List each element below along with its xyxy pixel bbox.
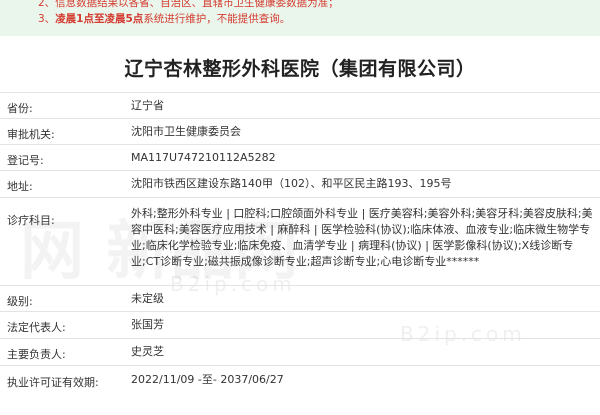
row-license-validity: 执业许可证有效期: 2022/11/09 -至- 2037/06/27 xyxy=(0,365,600,396)
row-approval-authority: 审批机关: 沈阳市卫生健康委员会 xyxy=(0,118,600,145)
row-label: 法定代表人: xyxy=(7,321,66,334)
row-value: 沈阳市卫生健康委员会 xyxy=(131,125,241,138)
row-value: 沈阳市铁西区建设东路140甲（102）、和平区民主路193、195号 xyxy=(131,177,452,190)
row-value: 未定级 xyxy=(131,292,164,305)
row-label: 地址: xyxy=(7,180,33,193)
maintenance-notice: 2、信息数据结果以各省、自治区、直辖市卫生健康委数据为准； 3、凌晨1点至凌晨5… xyxy=(0,0,600,36)
row-principal: 主要负责人: 史灵芝 xyxy=(0,338,600,366)
row-value: 张国芳 xyxy=(131,318,164,331)
notice-line-maintenance: 3、凌晨1点至凌晨5点系统进行维护，不能提供查询。 xyxy=(38,11,290,26)
row-practice-subjects: 诊疗科目: 外科;整形外科专业 | 口腔科;口腔颌面外科专业 | 医疗美容科;美… xyxy=(0,197,600,286)
row-value: 辽宁省 xyxy=(131,99,164,112)
row-value: 史灵芝 xyxy=(131,345,164,358)
notice-line-data-source: 2、信息数据结果以各省、自治区、直辖市卫生健康委数据为准； xyxy=(38,0,339,9)
notice-maintenance-prefix: 3、 xyxy=(38,13,56,25)
notice-maintenance-suffix: 系统进行维护，不能提供查询。 xyxy=(143,13,291,25)
hospital-title: 辽宁杏林整形外科医院（集团有限公司） xyxy=(124,58,476,80)
row-label: 主要负责人: xyxy=(7,348,66,361)
row-label: 登记号: xyxy=(7,154,44,167)
row-value: 外科;整形外科专业 | 口腔科;口腔颌面外科专业 | 医疗美容科;美容外科;美容… xyxy=(131,207,593,268)
row-label: 诊疗科目: xyxy=(7,214,55,227)
row-label: 级别: xyxy=(7,295,33,308)
row-label: 省份: xyxy=(7,102,33,115)
row-registration-number: 登记号: MA117U747210112A5282 xyxy=(0,144,600,171)
row-label: 审批机关: xyxy=(7,128,55,141)
row-value: 2022/11/09 -至- 2037/06/27 xyxy=(131,373,284,386)
row-value: MA117U747210112A5282 xyxy=(131,151,276,164)
row-level: 级别: 未定级 xyxy=(0,285,600,312)
row-province: 省份: 辽宁省 xyxy=(0,92,600,119)
row-label: 执业许可证有效期: xyxy=(7,376,99,389)
row-address: 地址: 沈阳市铁西区建设东路140甲（102）、和平区民主路193、195号 xyxy=(0,170,600,198)
notice-maintenance-hours: 凌晨1点至凌晨5点 xyxy=(55,13,144,25)
row-legal-representative: 法定代表人: 张国芳 xyxy=(0,311,600,339)
